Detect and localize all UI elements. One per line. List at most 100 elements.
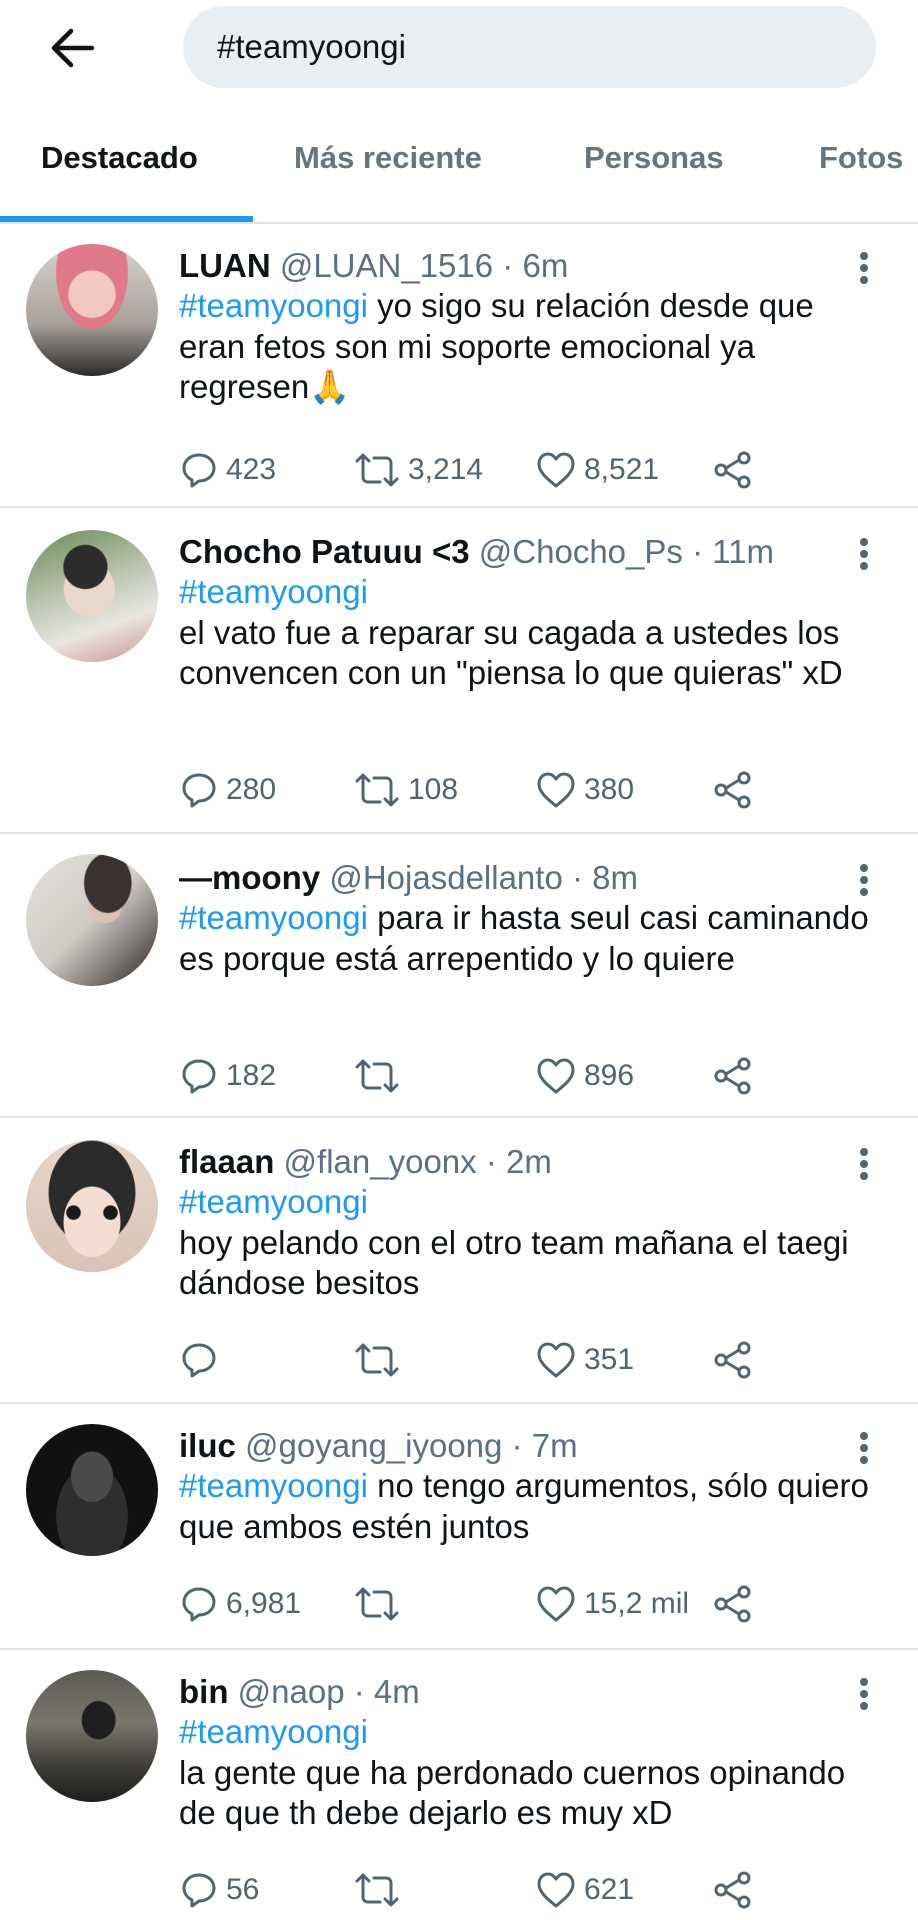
hashtag-link[interactable]: #teamyoongi	[179, 1712, 879, 1753]
display-name[interactable]: bin	[179, 1673, 228, 1710]
hashtag-link[interactable]: #teamyoongi	[179, 572, 879, 613]
tab-personas[interactable]: Personas	[584, 140, 724, 176]
user-handle[interactable]: @naop	[238, 1673, 345, 1710]
retweet-button[interactable]	[354, 1580, 400, 1628]
timestamp[interactable]: 6m	[522, 247, 568, 284]
more-options-button[interactable]	[849, 1674, 879, 1714]
like-button[interactable]: 8,521	[536, 446, 659, 494]
tweet-header: iluc @goyang_iyoong · 7m	[179, 1426, 578, 1466]
more-options-button[interactable]	[849, 1144, 879, 1184]
display-name[interactable]: iluc	[179, 1427, 236, 1464]
hashtag-link[interactable]: #teamyoongi	[179, 1182, 879, 1223]
tweet-text: #teamyoongi yo sigo su relación desde qu…	[179, 286, 879, 408]
tab-destacado[interactable]: Destacado	[41, 140, 198, 176]
retweet-button[interactable]	[354, 1336, 400, 1384]
timestamp[interactable]: 4m	[374, 1673, 420, 1710]
like-button[interactable]: 380	[536, 766, 634, 814]
like-button[interactable]: 15,2 mil	[536, 1580, 689, 1628]
separator: ·	[502, 247, 514, 284]
retweet-icon	[355, 1059, 399, 1093]
hashtag-link[interactable]: #teamyoongi	[179, 1467, 368, 1504]
tweet[interactable]: bin @naop · 4m #teamyoongi la gente que h…	[0, 1650, 918, 1920]
tweet-body: la gente que ha perdonado cuernos opinan…	[179, 1753, 846, 1832]
like-count: 351	[584, 1343, 635, 1376]
reply-button[interactable]: 56	[180, 1866, 259, 1914]
timestamp[interactable]: 8m	[592, 859, 638, 896]
user-handle[interactable]: @Hojasdellanto	[329, 859, 562, 896]
hashtag-link[interactable]: #teamyoongi	[179, 287, 368, 324]
user-handle[interactable]: @LUAN_1516	[280, 247, 493, 284]
tweet[interactable]: iluc @goyang_iyoong · 7m #teamyoongi no …	[0, 1404, 918, 1650]
search-input[interactable]	[215, 27, 876, 67]
reply-icon	[182, 773, 216, 808]
avatar[interactable]	[26, 1670, 158, 1802]
share-button[interactable]	[712, 766, 754, 814]
hashtag-link[interactable]: #teamyoongi	[179, 899, 368, 936]
reply-count: 56	[226, 1873, 260, 1906]
tweet[interactable]: flaaan @flan_yoonx · 2m #teamyoongi hoy p…	[0, 1118, 918, 1404]
avatar[interactable]	[26, 1140, 158, 1272]
back-arrow-icon	[51, 28, 95, 68]
avatar[interactable]	[26, 854, 158, 986]
share-button[interactable]	[712, 1336, 754, 1384]
heart-icon	[537, 1586, 575, 1622]
tweet[interactable]: Chocho Patuuu <3 @Chocho_Ps · 11m #teamy…	[0, 508, 918, 834]
display-name[interactable]: LUAN	[179, 247, 271, 284]
share-icon	[714, 451, 751, 489]
reply-button[interactable]: 6,981	[180, 1580, 301, 1628]
display-name[interactable]: Chocho Patuuu <3	[179, 533, 470, 570]
reply-count: 182	[226, 1059, 277, 1092]
more-options-button[interactable]	[849, 534, 879, 574]
display-name[interactable]: —moony	[179, 859, 320, 896]
like-count: 380	[584, 773, 635, 806]
separator: ·	[511, 1427, 523, 1464]
avatar[interactable]	[26, 244, 158, 376]
timestamp[interactable]: 7m	[532, 1427, 578, 1464]
share-icon	[714, 1585, 751, 1623]
tweet-actions: 56 621	[0, 1866, 918, 1914]
retweet-button[interactable]: 3,214	[354, 446, 483, 494]
timestamp[interactable]: 2m	[506, 1143, 552, 1180]
like-count: 8,521	[584, 453, 660, 486]
retweet-button[interactable]	[354, 1052, 400, 1100]
share-button[interactable]	[712, 446, 754, 494]
like-button[interactable]: 621	[536, 1866, 634, 1914]
share-button[interactable]	[712, 1580, 754, 1628]
display-name[interactable]: flaaan	[179, 1143, 274, 1180]
back-button[interactable]	[42, 22, 102, 74]
more-options-button[interactable]	[849, 1428, 879, 1468]
like-button[interactable]: 351	[536, 1336, 634, 1384]
avatar[interactable]	[26, 1424, 158, 1556]
tab-mas-reciente[interactable]: Más reciente	[294, 140, 482, 176]
retweet-button[interactable]	[354, 1866, 400, 1914]
tweet-actions: 351	[0, 1336, 918, 1384]
tweet[interactable]: —moony @Hojasdellanto · 8m #teamyoongi p…	[0, 834, 918, 1118]
more-options-button[interactable]	[849, 248, 879, 288]
avatar[interactable]	[26, 530, 158, 662]
tweet-actions: 423 3,214 8,521	[0, 446, 918, 494]
tweet-text: #teamyoongi la gente que ha perdonado cue…	[179, 1712, 879, 1834]
user-handle[interactable]: @Chocho_Ps	[479, 533, 683, 570]
reply-button[interactable]: 280	[180, 766, 276, 814]
share-button[interactable]	[712, 1052, 754, 1100]
tweet[interactable]: LUAN @LUAN_1516 · 6m #teamyoongi yo sigo…	[0, 224, 918, 508]
like-button[interactable]: 896	[536, 1052, 634, 1100]
user-handle[interactable]: @flan_yoonx	[284, 1143, 477, 1180]
tab-fotos[interactable]: Fotos	[819, 140, 903, 176]
retweet-button[interactable]: 108	[354, 766, 458, 814]
reply-count: 423	[226, 453, 277, 486]
reply-button[interactable]: 182	[180, 1052, 276, 1100]
retweet-icon	[355, 453, 399, 487]
separator: ·	[571, 859, 583, 896]
timestamp[interactable]: 11m	[712, 533, 774, 570]
reply-button[interactable]	[180, 1336, 218, 1384]
search-bar[interactable]	[183, 6, 876, 88]
share-button[interactable]	[712, 1866, 754, 1914]
reply-button[interactable]: 423	[180, 446, 276, 494]
like-count: 15,2 mil	[584, 1587, 690, 1620]
user-handle[interactable]: @goyang_iyoong	[245, 1427, 502, 1464]
search-tabs: Destacado Más reciente Personas Fotos	[0, 112, 918, 224]
more-options-button[interactable]	[849, 860, 879, 900]
tweet-header: flaaan @flan_yoonx · 2m	[179, 1142, 552, 1182]
tweet-body: el vato fue a reparar su cagada a ustede…	[179, 613, 843, 692]
